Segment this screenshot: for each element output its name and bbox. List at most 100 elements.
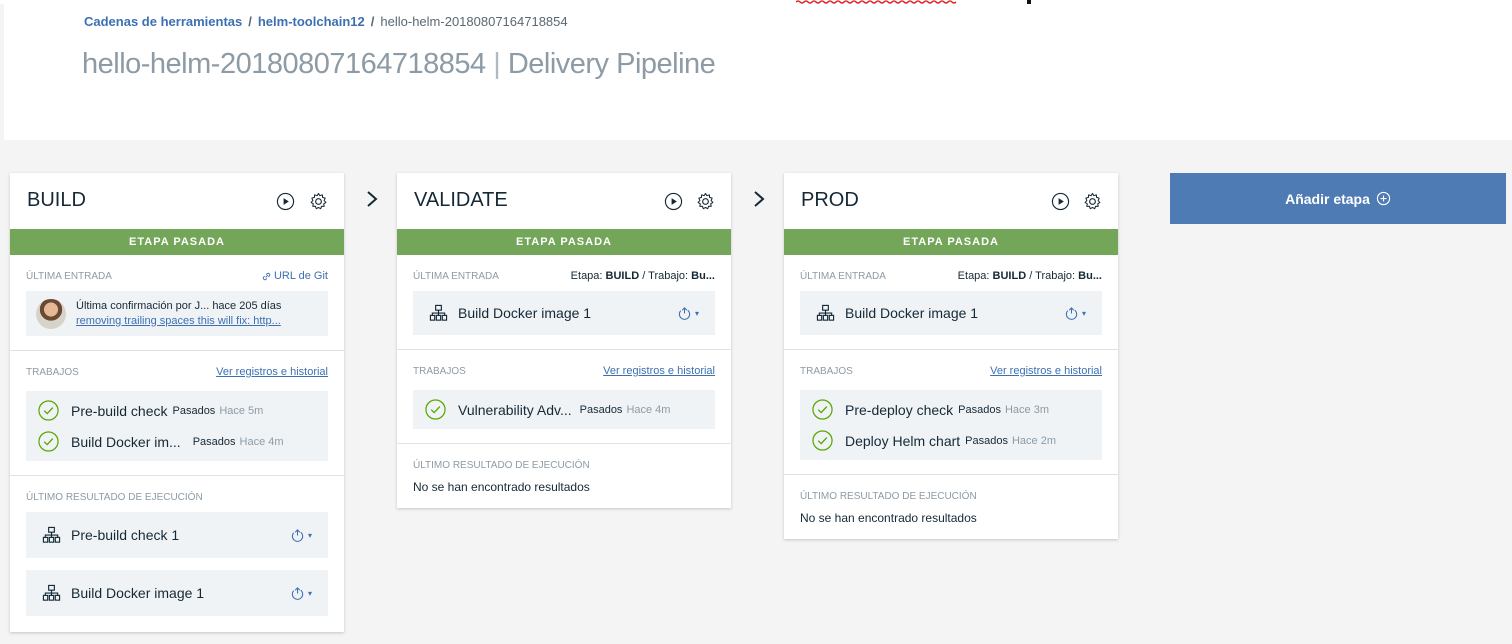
check-circle-icon (38, 431, 59, 452)
job-name: Build Docker im... (71, 433, 181, 450)
stage-card-validate: VALIDATE ETAPA PASADA ÚLTIMA ENTRADA Eta… (397, 173, 731, 508)
section-label: TRABAJOS (413, 365, 466, 377)
no-results-text: No se han encontrado resultados (800, 511, 977, 525)
run-stage-button[interactable] (275, 191, 295, 211)
git-url-label: URL de Git (273, 270, 328, 282)
gear-icon (310, 192, 326, 209)
view-logs-history-link[interactable]: Ver registros e historial (216, 366, 328, 378)
stage-card-build: BUILD ETAPA PASADA ÚLTIMA ENTRADA URL de… (10, 173, 344, 632)
add-stage-label: Añadir etapa (1285, 190, 1370, 207)
job-status: Pasados (958, 403, 1001, 416)
result-label: Build Docker image 1 (71, 585, 205, 601)
job-item[interactable]: Pre-build check Pasados Hace 5m (38, 395, 316, 426)
rerun-dropdown[interactable]: ▾ (290, 586, 312, 601)
gear-icon (697, 192, 713, 209)
job-name: Pre-build check (71, 402, 168, 419)
build-icon (42, 526, 61, 543)
section-label: ÚLTIMO RESULTADO DE EJECUCIÓN (26, 491, 203, 503)
add-stage-button[interactable]: Añadir etapa (1170, 173, 1506, 224)
chevron-down-icon: ▾ (694, 308, 699, 318)
gear-icon (1084, 192, 1100, 209)
trabajo-value: Bu... (1078, 270, 1102, 282)
build-icon (42, 584, 61, 601)
trabajo-label: Trabajo: (648, 270, 689, 282)
input-box[interactable]: Build Docker image 1 ▾ (800, 291, 1102, 335)
stage-card-prod: PROD ETAPA PASADA ÚLTIMA ENTRADA Etapa: … (784, 173, 1118, 539)
avatar (36, 298, 66, 329)
section-label: ÚLTIMA ENTRADA (800, 270, 886, 282)
breadcrumb-current: hello-helm-20180807164718854 (380, 14, 568, 29)
job-status: Pasados (579, 403, 623, 416)
play-icon (276, 192, 294, 210)
jobs-section: TRABAJOS Ver registros e historial Pre-b… (10, 351, 344, 476)
chevron-down-icon: ▾ (1081, 308, 1086, 318)
page-title-separator: | (493, 48, 501, 80)
build-icon (429, 304, 448, 321)
section-label: TRABAJOS (26, 366, 79, 378)
input-source: Etapa: BUILD / Trabajo: Bu... (571, 270, 715, 282)
etapa-label: Etapa: (957, 270, 990, 282)
jobs-list: Pre-deploy check Pasados Hace 3m Deploy … (800, 390, 1102, 460)
stage-status-bar: ETAPA PASADA (784, 229, 1118, 255)
stage-header: VALIDATE (397, 173, 731, 229)
commit-message-link[interactable]: removing trailing spaces this will fix: … (76, 314, 281, 329)
stage-name: BUILD (27, 189, 86, 211)
stage-status-bar: ETAPA PASADA (397, 229, 731, 255)
jobs-section: TRABAJOS Ver registros e historial Pre-d… (784, 350, 1118, 475)
page-title: hello-helm-20180807164718854 | Delivery … (82, 48, 716, 81)
stage-settings-button[interactable] (308, 191, 328, 211)
job-time: Hace 4m (239, 435, 284, 448)
breadcrumb: Cadenas de herramientas / helm-toolchain12… (84, 14, 568, 29)
result-item[interactable]: Pre-build check 1 ▾ (26, 512, 328, 558)
last-results-section: ÚLTIMO RESULTADO DE EJECUCIÓN No se han … (397, 444, 731, 508)
breadcrumb-toolchains-link[interactable]: Cadenas de herramientas (84, 14, 242, 29)
breadcrumb-toolchain-link[interactable]: helm-toolchain12 (258, 14, 365, 29)
job-status: Pasados (192, 435, 236, 448)
job-time: Hace 4m (626, 403, 671, 416)
last-input-section: ÚLTIMA ENTRADA Etapa: BUILD / Trabajo: B… (397, 255, 731, 350)
rerun-icon (1065, 306, 1078, 320)
job-item[interactable]: Pre-deploy check Pasados Hace 3m (812, 394, 1090, 425)
view-logs-history-link[interactable]: Ver registros e historial (990, 365, 1102, 377)
result-label: Pre-build check 1 (71, 527, 180, 543)
trabajo-label: Trabajo: (1035, 270, 1076, 282)
source-separator: / (1029, 270, 1033, 282)
build-icon (816, 304, 835, 321)
section-label: ÚLTIMA ENTRADA (26, 270, 112, 282)
stage-name: PROD (801, 189, 859, 211)
rerun-dropdown[interactable]: ▾ (290, 528, 312, 543)
rerun-dropdown[interactable]: ▾ (677, 306, 699, 321)
input-source: Etapa: BUILD / Trabajo: Bu... (958, 270, 1102, 282)
run-stage-button[interactable] (663, 191, 683, 211)
job-item[interactable]: Build Docker im... Pasados Hace 4m (38, 426, 316, 457)
stage-status-bar: ETAPA PASADA (10, 229, 344, 255)
input-box[interactable]: Build Docker image 1 ▾ (413, 291, 715, 335)
breadcrumb-separator: / (248, 14, 252, 29)
stage-settings-button[interactable] (1082, 191, 1102, 211)
run-stage-button[interactable] (1050, 191, 1070, 211)
last-input-section: ÚLTIMA ENTRADA Etapa: BUILD / Trabajo: B… (784, 255, 1118, 350)
view-logs-history-link[interactable]: Ver registros e historial (603, 365, 715, 377)
commit-box: Última confirmación por J... hace 205 dí… (26, 291, 328, 336)
git-url-link[interactable]: URL de Git (261, 270, 328, 282)
play-icon (664, 192, 682, 210)
last-input-section: ÚLTIMA ENTRADA URL de Git Última confirm… (10, 255, 344, 351)
page-title-suffix: Delivery Pipeline (507, 48, 716, 80)
job-item[interactable]: Deploy Helm chart Pasados Hace 2m (812, 425, 1090, 456)
no-results-text: No se han encontrado resultados (413, 480, 590, 494)
result-item[interactable]: Build Docker image 1 ▾ (26, 570, 328, 616)
job-time: Hace 3m (1004, 403, 1050, 416)
jobs-list: Pre-build check Pasados Hace 5m Build Do… (26, 391, 328, 461)
play-icon (1051, 192, 1069, 210)
check-circle-icon (38, 400, 59, 421)
job-time: Hace 2m (1011, 434, 1056, 447)
job-status: Pasados (965, 434, 1008, 447)
stage-settings-button[interactable] (695, 191, 715, 211)
jobs-list: Vulnerability Adv... Pasados Hace 4m (413, 390, 715, 429)
stage-header: BUILD (10, 173, 344, 229)
commit-author-line: Última confirmación por J... hace 205 dí… (76, 299, 282, 312)
job-item[interactable]: Vulnerability Adv... Pasados Hace 4m (425, 394, 703, 425)
rerun-dropdown[interactable]: ▾ (1064, 306, 1086, 321)
section-label: ÚLTIMA ENTRADA (413, 270, 499, 282)
breadcrumb-separator: / (370, 14, 375, 29)
